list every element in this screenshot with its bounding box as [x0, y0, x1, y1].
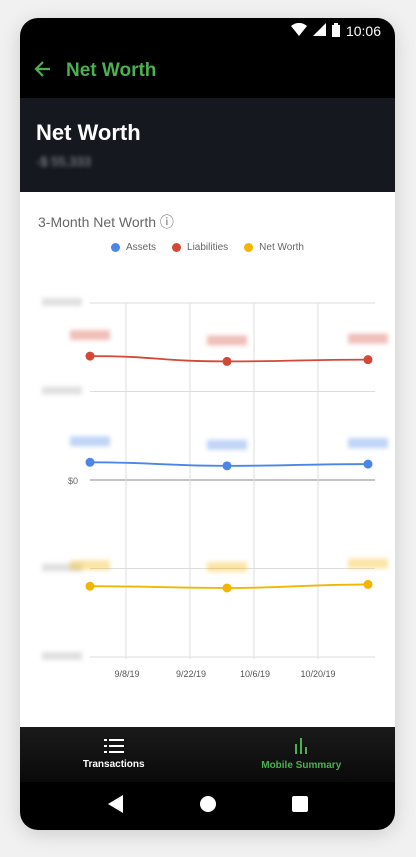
x-tick-label: 9/8/19 [114, 669, 139, 679]
chart-title: 3-Month Net Worth ⓘ [38, 214, 174, 230]
status-bar: 10:06 [20, 18, 395, 44]
nav-transactions-label: Transactions [82, 759, 145, 770]
home-circle-icon[interactable] [199, 795, 217, 818]
page-header: Net Worth -$ 55,333 [20, 98, 395, 192]
net-worth-chart: $0 9/8/19 9/22/19 10/6/19 10/20/19 [42, 298, 388, 679]
chart-lines [85, 351, 373, 593]
x-tick-label: 10/6/19 [240, 669, 270, 679]
y-tick-label-redacted [42, 652, 82, 660]
app-bar: Net Worth [20, 44, 395, 98]
data-point-assets [363, 459, 373, 469]
page-title: Net Worth [36, 120, 141, 145]
nav-mobile-summary-label: Mobile Summary [261, 760, 342, 771]
legend-dot-liabilities [172, 243, 182, 252]
battery-icon [331, 22, 340, 40]
bottom-nav: Transactions Mobile Summary [20, 727, 395, 782]
nav-mobile-summary[interactable]: Mobile Summary [208, 727, 396, 782]
data-point-liabilities [222, 356, 232, 366]
data-label-redacted [70, 330, 110, 341]
chart-card: 3-Month Net Worth ⓘ Assets Liabilities N… [20, 192, 395, 727]
data-point-liabilities [363, 355, 373, 365]
y-tick-label-redacted [42, 298, 82, 306]
status-time: 10:06 [345, 23, 381, 39]
recents-square-icon[interactable] [291, 795, 308, 817]
data-point-liabilities [85, 351, 95, 361]
data-label-redacted [70, 560, 110, 571]
android-nav-bar [20, 782, 395, 830]
nav-transactions[interactable]: Transactions [20, 727, 208, 782]
net-worth-amount: -$ 55,333 [36, 154, 91, 169]
data-label-redacted [348, 558, 388, 569]
x-tick-label: 10/20/19 [300, 669, 335, 679]
data-label-redacted [348, 438, 388, 449]
signal-icon [312, 23, 326, 39]
x-tick-label: 9/22/19 [176, 669, 206, 679]
data-point-net-worth [363, 579, 373, 589]
data-point-net-worth [85, 581, 95, 591]
y-tick-label-redacted [42, 386, 82, 395]
wifi-icon [290, 22, 307, 39]
data-point-assets [222, 461, 232, 471]
data-label-redacted [207, 561, 247, 572]
y-tick-label-zero: $0 [68, 476, 78, 486]
data-label-redacted [348, 333, 388, 344]
legend-dot-assets [111, 243, 120, 252]
legend-dot-net-worth [244, 243, 254, 252]
phone-frame: 10:06 Net Worth Net Worth -$ 55,333 3-Mo… [20, 18, 395, 830]
bar-chart-icon [293, 738, 309, 757]
data-label-redacted [70, 436, 110, 447]
back-triangle-icon[interactable] [107, 794, 124, 818]
data-point-net-worth [222, 583, 232, 593]
data-point-assets [85, 457, 95, 467]
arrow-left-icon[interactable] [34, 58, 52, 84]
data-label-redacted [207, 335, 247, 346]
list-icon [103, 739, 124, 756]
data-label-redacted [207, 439, 247, 450]
app-bar-title: Net Worth [66, 60, 157, 81]
